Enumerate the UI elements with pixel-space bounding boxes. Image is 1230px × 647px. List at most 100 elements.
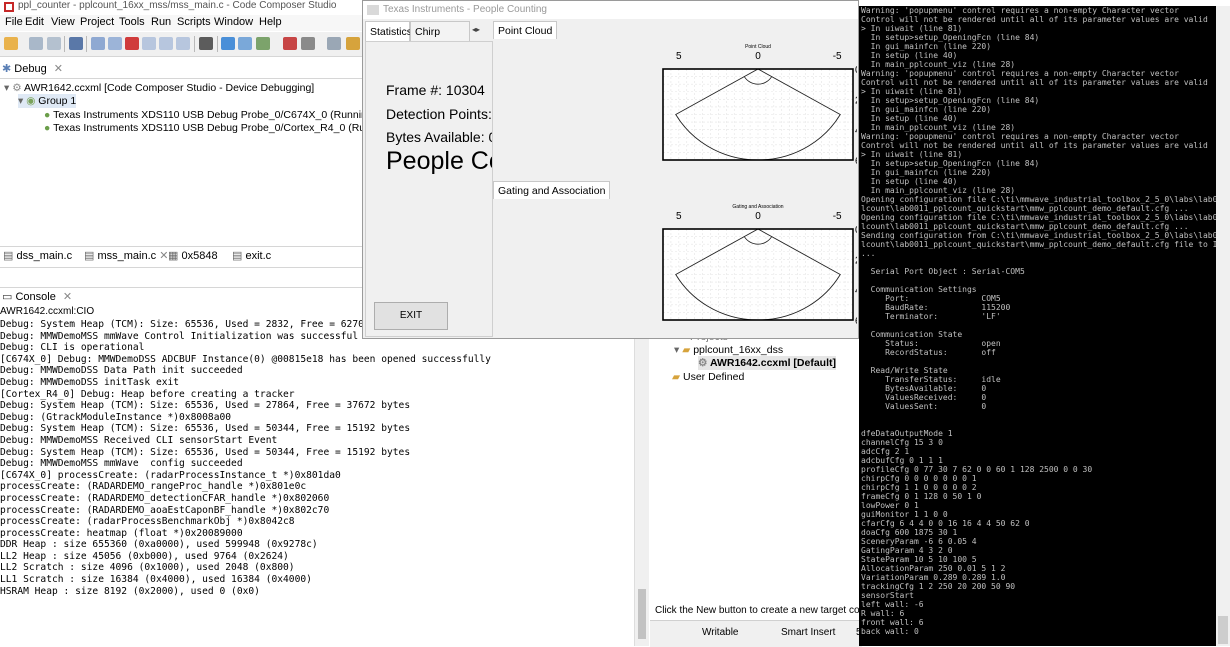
tree-item-group[interactable]: ▾ ◉ Group 1 [18,94,77,108]
menu-tools[interactable]: Tools [119,16,145,28]
c-file-icon: ▤ [84,250,95,262]
console-line: HSRAM Heap : size 8192 (0x2000), used 0 … [0,585,260,597]
cmd-line: Terminator: 'LF' [861,312,1001,321]
link-icon[interactable] [327,37,341,50]
step-return-icon[interactable] [176,37,190,50]
menu-view[interactable]: View [51,16,75,28]
scrollbar-thumb[interactable] [638,589,646,639]
tab-point-cloud[interactable]: Point Cloud [493,21,558,39]
tree-item-project[interactable]: ▾ ▰ pplcount_16xx_dss [674,343,783,357]
cmd-line: In setup (line 40) [861,114,958,123]
run-icon[interactable] [346,37,360,50]
x-tick-label: -5 [833,51,842,62]
cmd-line: In setup>setup_OpeningFcn (line 84) [861,96,1040,105]
console-tab[interactable]: ▭ Console ✕ [2,288,72,306]
grid-icon[interactable] [199,37,213,50]
tab-statistics[interactable]: Statistics [365,21,412,41]
cmd-line [861,411,1216,420]
tab-exit[interactable]: ▤ exit.c [232,247,271,265]
group-icon: ◉ [26,95,36,107]
cmd-line: > In uiwait (line 81) [861,87,963,96]
console-line: LL1 Scratch : size 16384 (0x4000), used … [0,574,312,586]
console-line: LL2 Scratch : size 4096 (0x1000), used 2… [0,562,295,574]
cmd-line [861,321,1216,330]
status-insert-mode: Smart Insert [781,627,836,638]
ccs-window-title: ppl_counter - pplcount_16xx_mss/mss_main… [18,0,337,11]
resume-icon[interactable] [91,37,105,50]
step-into-icon[interactable] [142,37,156,50]
new-icon[interactable] [4,37,18,50]
connect-icon[interactable] [221,37,235,50]
tree-item-cortex[interactable]: ● Texas Instruments XDS110 USB Debug Pro… [44,121,394,135]
matlab-figure-icon [367,5,379,15]
cmd-line [861,276,1216,285]
console-line: Debug: System Heap (TCM): Size: 65536, U… [0,400,411,412]
statistics-panel: Frame #: 10304 Detection Points: 0 Bytes… [365,41,493,337]
tab-dss-main[interactable]: ▤ dss_main.c [3,247,72,265]
exit-button[interactable]: EXIT [374,302,448,330]
tree-item-user-defined[interactable]: ▰ User Defined [672,370,744,384]
save-icon[interactable] [29,37,43,50]
cmd-line: lcount\lab0011_pplcount_quickstart\mmw_p… [861,240,1216,249]
cmd-line: BaudRate: 115200 [861,303,1011,312]
cmd-line: SceneryParam -6 6 0.05 4 [861,537,977,546]
console-line: Debug: MMWDemoMSS Received CLI sensorSta… [0,434,278,446]
breakpoint-icon[interactable] [283,37,297,50]
cmd-scrollbar[interactable] [1216,6,1230,646]
cmd-line: ValuesReceived: 0 [861,393,987,402]
cmd-line: left wall: -6 [861,600,924,609]
tool-icon[interactable] [301,37,315,50]
disassembly-icon: ▦ [168,250,179,262]
console-output[interactable]: Debug: System Heap (TCM): Size: 65536, U… [0,319,634,646]
debug-icon[interactable] [256,37,270,50]
cmd-line: doaCfg 600 1875 30 1 [861,528,958,537]
menu-window[interactable]: Window [214,16,253,28]
tab-gating-association[interactable]: Gating and Association [493,181,611,199]
save-all-icon[interactable] [47,37,61,50]
ti-left-tabs: Statistics Chirp Conf... ◂▸ [365,21,493,58]
frame-number: Frame #: 10304 [386,82,485,98]
x-tick-label: 5 [676,211,682,222]
tab-chirp-config[interactable]: Chirp Conf... [410,21,470,58]
cmd-output[interactable]: Warning: 'popupmenu' control requires a … [861,6,1216,646]
debug-tree: ▾ ⚙ AWR1642.ccxml [Code Composer Studio … [0,79,394,244]
console-scrollbar[interactable] [634,319,649,646]
menu-scripts[interactable]: Scripts [177,16,211,28]
cmd-line: back wall: 0 [861,627,919,636]
tree-item-c674x[interactable]: ● Texas Instruments XDS110 USB Debug Pro… [44,108,376,122]
cmd-line [861,258,1216,267]
tree-item-target[interactable]: ▾ ⚙ AWR1642.ccxml [Code Composer Studio … [4,81,314,95]
menu-help[interactable]: Help [259,16,282,28]
menu-run[interactable]: Run [151,16,171,28]
tab-disassembly[interactable]: ▦ 0x5848 [168,247,218,265]
menu-project[interactable]: Project [80,16,114,28]
tab-mss-main[interactable]: ▤ mss_main.c ✕ [84,247,168,265]
menu-file[interactable]: File [5,16,23,28]
terminate-icon[interactable] [125,37,139,50]
new-target-hint: Click the New button to create a new tar… [655,605,882,616]
cmd-line: AllocationParam 250 0.01 5 1 2 [861,564,1006,573]
debug-tab[interactable]: ✱ Debug ✕ [2,60,63,78]
cmd-line: Communication Settings [861,285,977,294]
cmd-line [861,357,1216,366]
scrollbar-thumb[interactable] [1218,616,1228,644]
cmd-line: TransferStatus: idle [861,375,1001,384]
close-icon[interactable]: ✕ [63,291,72,303]
cmd-line: GatingParam 4 3 2 0 [861,546,953,555]
cmd-line: Port: COM5 [861,294,1001,303]
tab-scroll-arrows-icon[interactable]: ◂▸ [472,25,480,34]
console-line: processCreate: heatmap (float *)0x200890… [0,527,243,539]
menu-edit[interactable]: Edit [25,16,44,28]
cmd-line: Opening configuration file C:\ti\mmwave_… [861,213,1216,222]
c-file-icon: ▤ [232,250,243,262]
cmd-line: ... [861,249,876,258]
suspend-icon[interactable] [108,37,122,50]
close-icon[interactable]: ✕ [54,63,63,75]
tree-item-ccxml[interactable]: ⚙ AWR1642.ccxml [Default] [698,356,836,370]
y-tick-label: 0 [855,65,857,76]
step-over-icon[interactable] [159,37,173,50]
cmd-line: Control will not be rendered until all o… [861,78,1208,87]
memory-icon[interactable] [238,37,252,50]
terminal-icon[interactable] [69,37,83,50]
console-line: Debug: System Heap (TCM): Size: 65536, U… [0,423,411,435]
